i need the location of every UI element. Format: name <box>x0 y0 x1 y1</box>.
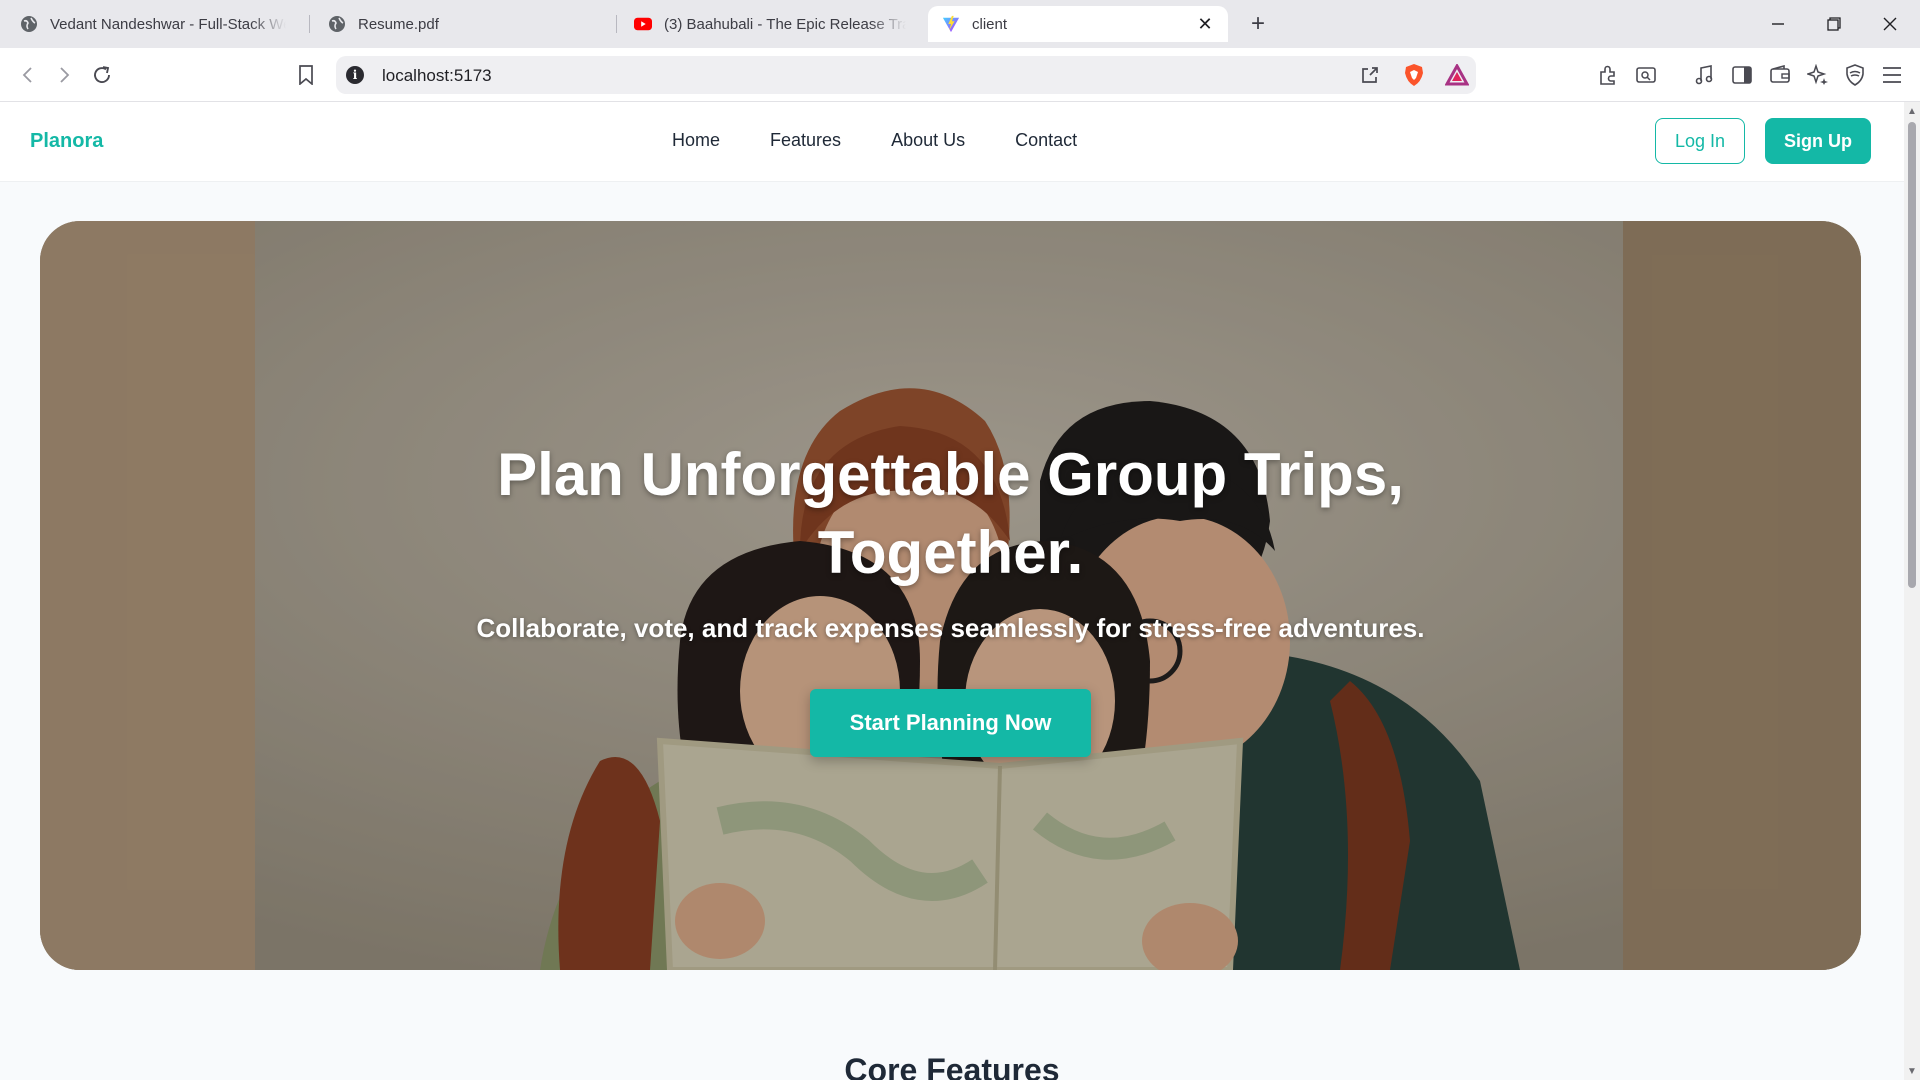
nav-links: Home Features About Us Contact <box>672 130 1127 151</box>
globe-icon <box>328 15 346 33</box>
media-music-icon[interactable] <box>1690 61 1718 89</box>
reader-mode-icon[interactable] <box>1632 61 1660 89</box>
forward-icon[interactable] <box>50 61 78 89</box>
reload-icon[interactable] <box>88 61 116 89</box>
address-text: localhost:5173 <box>382 66 492 85</box>
tab-title: Resume.pdf <box>358 15 439 33</box>
nav-link-about-us[interactable]: About Us <box>891 130 965 151</box>
hero-overlay <box>40 221 1861 970</box>
start-planning-button[interactable]: Start Planning Now <box>810 689 1091 757</box>
back-icon[interactable] <box>14 61 42 89</box>
vite-icon <box>942 15 960 33</box>
signup-button[interactable]: Sign Up <box>1765 118 1871 164</box>
site-navbar: Planora Home Features About Us Contact L… <box>0 102 1904 182</box>
sidebar-toggle-icon[interactable] <box>1728 61 1756 89</box>
browser-tab[interactable]: Resume.pdf <box>314 6 614 42</box>
tab-separator <box>616 15 617 33</box>
minimize-icon[interactable] <box>1758 8 1798 40</box>
leo-ai-icon[interactable] <box>1804 61 1832 89</box>
scroll-down-icon[interactable]: ▼ <box>1907 1066 1917 1077</box>
tab-title: client <box>972 15 1008 33</box>
globe-icon <box>20 15 38 33</box>
browser-tab-active[interactable]: client ✕ <box>928 6 1228 42</box>
nav-link-home[interactable]: Home <box>672 130 720 151</box>
scrollbar-thumb[interactable] <box>1908 122 1916 588</box>
brave-rewards-icon[interactable] <box>1443 61 1471 89</box>
wallet-icon[interactable] <box>1766 61 1794 89</box>
scroll-up-icon[interactable]: ▲ <box>1907 106 1917 117</box>
new-tab-icon[interactable]: + <box>1244 10 1272 38</box>
share-icon[interactable] <box>1356 61 1384 89</box>
close-window-icon[interactable] <box>1870 8 1910 40</box>
browser-toolbar: i localhost:5173 <box>0 48 1920 102</box>
hero-title-line-2: Together. <box>817 519 1084 586</box>
restore-icon[interactable] <box>1814 8 1854 40</box>
tab-title: Vedant Nandeshwar - Full-Stack Web <box>50 15 286 33</box>
brave-shields-icon[interactable] <box>1400 61 1428 89</box>
address-bar[interactable]: i localhost:5173 <box>336 56 1476 94</box>
tab-title: (3) Baahubali - The Epic Release Traile <box>664 15 906 33</box>
menu-icon[interactable] <box>1878 61 1906 89</box>
page-scrollbar[interactable]: ▲ ▼ <box>1904 102 1920 1080</box>
extensions-icon[interactable] <box>1594 61 1622 89</box>
hero-subtitle: Collaborate, vote, and track expenses se… <box>476 613 1425 643</box>
browser-tab[interactable]: Vedant Nandeshwar - Full-Stack Web <box>6 6 300 42</box>
brand-logo[interactable]: Planora <box>30 130 103 153</box>
close-tab-icon[interactable]: ✕ <box>1196 14 1214 34</box>
youtube-icon <box>634 15 652 33</box>
section-heading: Core Features <box>844 1052 1060 1080</box>
hero-title: Plan Unforgettable Group Trips, Together… <box>40 436 1861 592</box>
nav-link-contact[interactable]: Contact <box>1015 130 1077 151</box>
login-button[interactable]: Log In <box>1655 118 1745 164</box>
site-info-icon[interactable]: i <box>346 66 364 84</box>
vpn-shield-icon[interactable] <box>1841 61 1869 89</box>
browser-tabstrip: Vedant Nandeshwar - Full-Stack Web Resum… <box>0 0 1920 48</box>
hero-banner: Plan Unforgettable Group Trips, Together… <box>40 221 1861 970</box>
tab-separator <box>309 15 310 33</box>
hero-title-line-1: Plan Unforgettable Group Trips, <box>497 441 1404 508</box>
browser-tab[interactable]: (3) Baahubali - The Epic Release Traile <box>620 6 920 42</box>
bookmark-icon[interactable] <box>292 61 320 89</box>
nav-link-features[interactable]: Features <box>770 130 841 151</box>
